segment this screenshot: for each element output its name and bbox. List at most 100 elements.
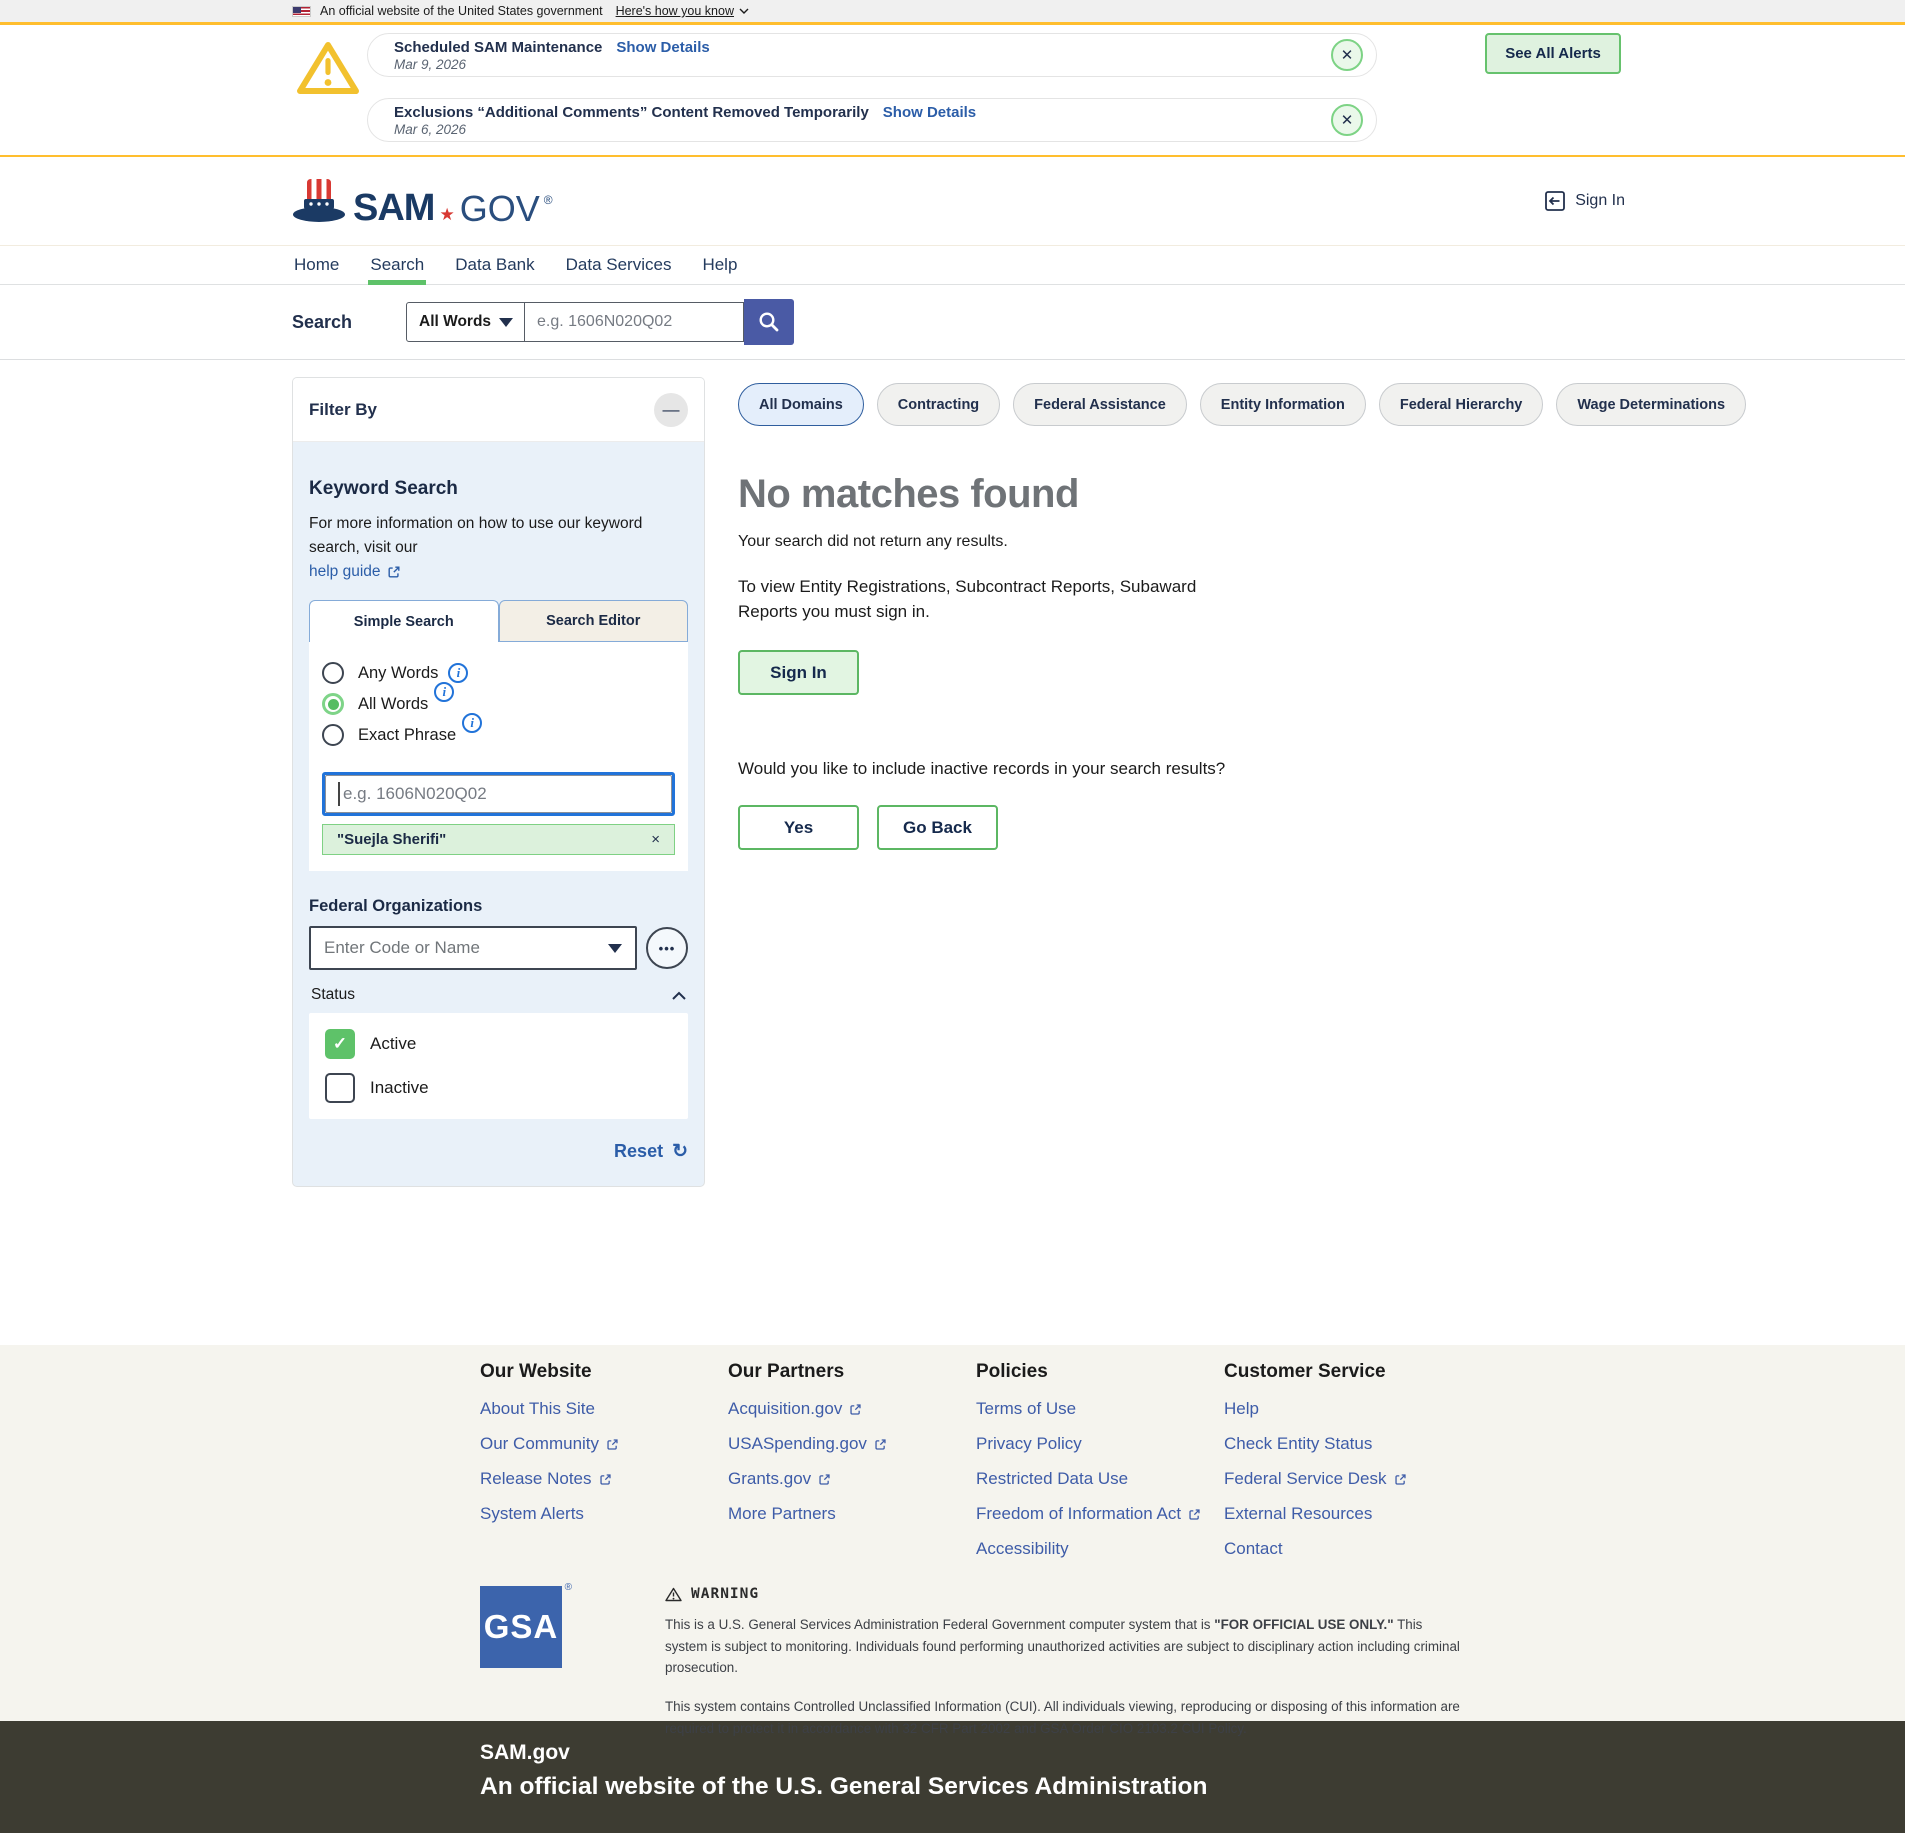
radio-exact-phrase[interactable] bbox=[322, 724, 344, 746]
go-back-button[interactable]: Go Back bbox=[877, 805, 998, 850]
federal-organizations-heading: Federal Organizations bbox=[309, 897, 688, 916]
search-mode-select[interactable]: All Words bbox=[406, 302, 525, 342]
alert-show-details-link[interactable]: Show Details bbox=[616, 39, 709, 56]
global-search-bar: Search All Words bbox=[0, 285, 1905, 360]
domain-tab-contracting[interactable]: Contracting bbox=[877, 383, 1000, 426]
nav-item-search[interactable]: Search bbox=[368, 246, 426, 284]
footer-link-federal-service-desk[interactable]: Federal Service Desk bbox=[1224, 1469, 1472, 1489]
tab-simple-search[interactable]: Simple Search bbox=[309, 600, 499, 642]
radio-label-exact-phrase: Exact Phrase bbox=[358, 726, 456, 745]
alert-card: Exclusions “Additional Comments” Content… bbox=[367, 98, 1377, 142]
nav-item-home[interactable]: Home bbox=[292, 246, 341, 284]
footer-link-our-community[interactable]: Our Community bbox=[480, 1434, 728, 1454]
reset-link[interactable]: Reset bbox=[614, 1141, 663, 1162]
help-guide-link[interactable]: help guide bbox=[309, 560, 401, 584]
federal-organizations-select[interactable]: Enter Code or Name bbox=[309, 926, 637, 970]
checkbox-row-inactive[interactable]: Inactive bbox=[325, 1073, 672, 1103]
tab-search-editor[interactable]: Search Editor bbox=[499, 600, 689, 642]
chevron-down-icon bbox=[739, 8, 749, 14]
footer-link-label: About This Site bbox=[480, 1399, 595, 1419]
magnifier-icon bbox=[757, 310, 781, 334]
footer-link-help[interactable]: Help bbox=[1224, 1399, 1472, 1419]
domain-tab-wage-determinations[interactable]: Wage Determinations bbox=[1556, 383, 1746, 426]
sam-gov-logo[interactable]: SAM ★ GOV ® bbox=[292, 177, 553, 225]
collapse-filters-button[interactable]: — bbox=[654, 393, 688, 427]
footer-link-about-this-site[interactable]: About This Site bbox=[480, 1399, 728, 1419]
checkbox-label-active: Active bbox=[370, 1034, 416, 1054]
keyword-input[interactable] bbox=[325, 775, 672, 813]
radio-row-any-words: Any Wordsi bbox=[322, 662, 675, 684]
status-section-toggle[interactable]: Status bbox=[309, 986, 688, 1004]
warning-paragraph-2: This system contains Controlled Unclassi… bbox=[665, 1696, 1465, 1739]
status-label: Status bbox=[311, 986, 355, 1004]
info-icon[interactable]: i bbox=[462, 713, 482, 733]
footer-link-check-entity-status[interactable]: Check Entity Status bbox=[1224, 1434, 1472, 1454]
footer-link-grants-gov[interactable]: Grants.gov bbox=[728, 1469, 976, 1489]
warning-paragraph-1: This is a U.S. General Services Administ… bbox=[665, 1614, 1465, 1679]
domain-tab-federal-hierarchy[interactable]: Federal Hierarchy bbox=[1379, 383, 1544, 426]
footer-link-usaspending-gov[interactable]: USASpending.gov bbox=[728, 1434, 976, 1454]
alert-date: Mar 6, 2026 bbox=[394, 122, 1306, 137]
footer-column-heading: Our Website bbox=[480, 1361, 728, 1383]
keyword-info-text: For more information on how to use our k… bbox=[309, 512, 688, 584]
footer-link-label: More Partners bbox=[728, 1504, 836, 1524]
simple-search-panel: Any WordsiAll WordsiExact Phrasei "Suejl… bbox=[309, 642, 688, 871]
footer-column-our-partners: Our Partners Acquisition.gov USASpending.g… bbox=[728, 1361, 976, 1574]
info-icon[interactable]: i bbox=[434, 682, 454, 702]
warning-triangle-small-icon bbox=[665, 1587, 682, 1602]
filter-panel: Filter By — Keyword Search For more info… bbox=[292, 377, 705, 1187]
footer-link-freedom-of-information-act[interactable]: Freedom of Information Act bbox=[976, 1504, 1224, 1524]
alert-close-icon[interactable]: ✕ bbox=[1331, 104, 1363, 136]
footer-link-acquisition-gov[interactable]: Acquisition.gov bbox=[728, 1399, 976, 1419]
radio-all-words[interactable] bbox=[322, 693, 344, 715]
footer-link-more-partners[interactable]: More Partners bbox=[728, 1504, 976, 1524]
alert-title: Scheduled SAM Maintenance bbox=[394, 39, 602, 56]
warning-title: WARNING bbox=[665, 1586, 1465, 1602]
footer-link-system-alerts[interactable]: System Alerts bbox=[480, 1504, 728, 1524]
alert-show-details-link[interactable]: Show Details bbox=[883, 104, 976, 121]
footer-link-terms-of-use[interactable]: Terms of Use bbox=[976, 1399, 1224, 1419]
alerts-list: Scheduled SAM MaintenanceShow DetailsMar… bbox=[367, 33, 1377, 142]
footer-column-heading: Our Partners bbox=[728, 1361, 976, 1383]
org-more-options-button[interactable]: ••• bbox=[646, 927, 688, 969]
how-you-know-link[interactable]: Here's how you know bbox=[616, 4, 749, 18]
remove-tag-icon[interactable]: × bbox=[651, 831, 660, 848]
checkbox-inactive[interactable] bbox=[325, 1073, 355, 1103]
footer-link-label: Help bbox=[1224, 1399, 1259, 1419]
footer-link-release-notes[interactable]: Release Notes bbox=[480, 1469, 728, 1489]
footer-link-label: Check Entity Status bbox=[1224, 1434, 1372, 1454]
footer-link-label: Our Community bbox=[480, 1434, 599, 1454]
yes-button[interactable]: Yes bbox=[738, 805, 859, 850]
footer-link-contact[interactable]: Contact bbox=[1224, 1539, 1472, 1559]
header-sign-in-link[interactable]: Sign In bbox=[1544, 190, 1625, 212]
domain-tab-entity-information[interactable]: Entity Information bbox=[1200, 383, 1366, 426]
footer-link-label: Contact bbox=[1224, 1539, 1283, 1559]
nav-item-data-services[interactable]: Data Services bbox=[564, 246, 674, 284]
domain-tab-all-domains[interactable]: All Domains bbox=[738, 383, 864, 426]
footer-link-label: Acquisition.gov bbox=[728, 1399, 842, 1419]
checkbox-row-active[interactable]: ✓ Active bbox=[325, 1029, 672, 1059]
search-submit-button[interactable] bbox=[744, 299, 794, 345]
inactive-choice-row: Yes Go Back bbox=[738, 805, 1746, 850]
nav-item-help[interactable]: Help bbox=[700, 246, 739, 284]
alert-date: Mar 9, 2026 bbox=[394, 57, 1306, 72]
search-label: Search bbox=[292, 312, 406, 333]
domain-tab-federal-assistance[interactable]: Federal Assistance bbox=[1013, 383, 1187, 426]
radio-any-words[interactable] bbox=[322, 662, 344, 684]
sign-in-button[interactable]: Sign In bbox=[738, 650, 859, 695]
footer-link-restricted-data-use[interactable]: Restricted Data Use bbox=[976, 1469, 1224, 1489]
footer-link-external-resources[interactable]: External Resources bbox=[1224, 1504, 1472, 1524]
nav-item-data-bank[interactable]: Data Bank bbox=[453, 246, 536, 284]
info-icon[interactable]: i bbox=[448, 663, 468, 683]
external-link-icon bbox=[1188, 1508, 1201, 1521]
see-all-alerts-button[interactable]: See All Alerts bbox=[1485, 33, 1621, 74]
checkbox-active[interactable]: ✓ bbox=[325, 1029, 355, 1059]
page-footer: Our Website About This Site Our Community R… bbox=[0, 1345, 1905, 1721]
footer-link-privacy-policy[interactable]: Privacy Policy bbox=[976, 1434, 1224, 1454]
domain-tabs: All Domains Contracting Federal Assistance… bbox=[738, 383, 1746, 426]
reset-filters[interactable]: Reset ↻ bbox=[309, 1141, 688, 1162]
global-search-input[interactable] bbox=[525, 302, 744, 342]
alert-close-icon[interactable]: ✕ bbox=[1331, 39, 1363, 71]
gov-banner: An official website of the United States… bbox=[0, 0, 1905, 25]
footer-link-accessibility[interactable]: Accessibility bbox=[976, 1539, 1224, 1559]
